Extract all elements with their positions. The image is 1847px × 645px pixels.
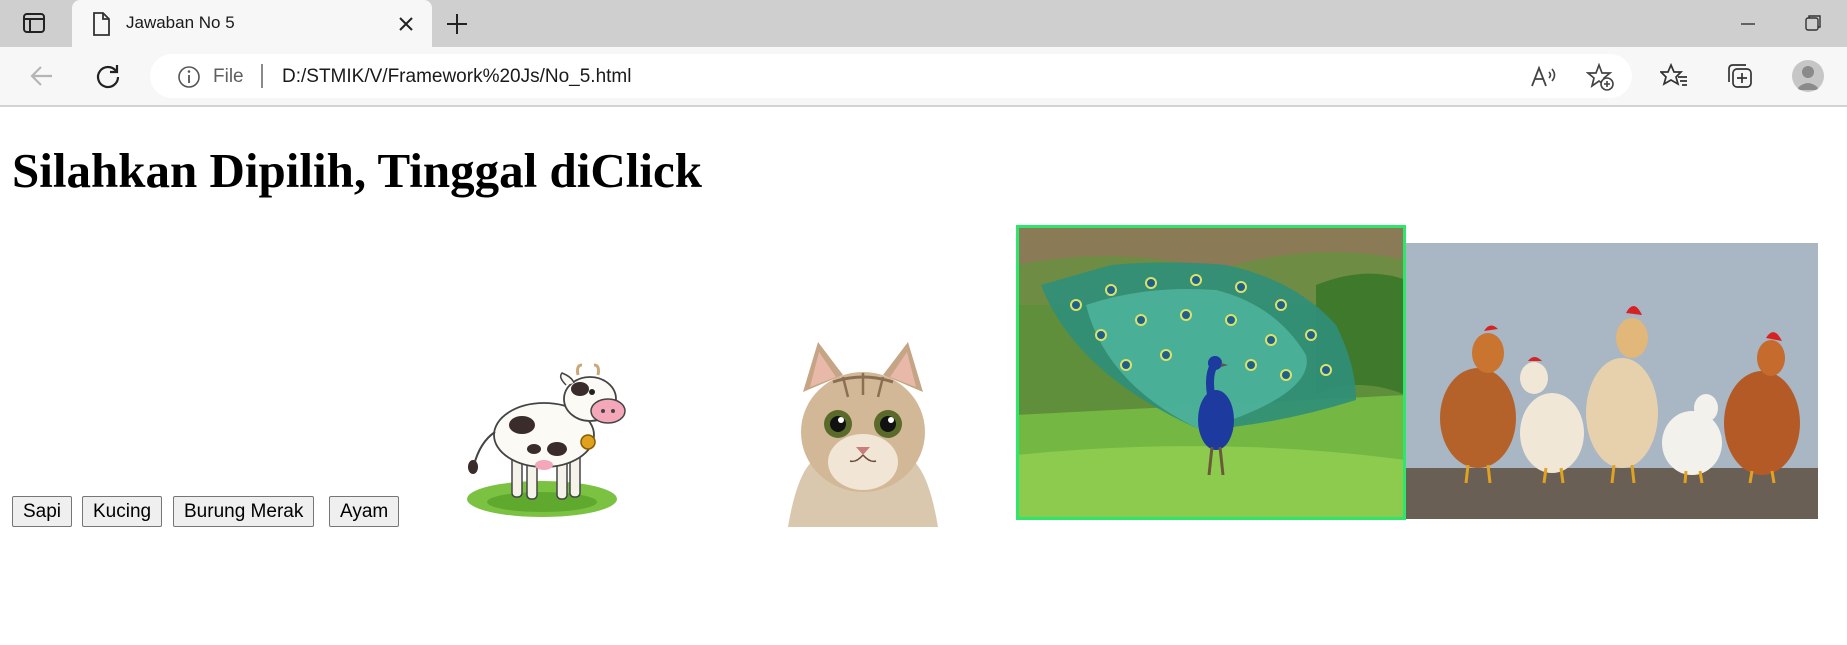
chickens-image[interactable] — [1406, 243, 1818, 519]
favorites-icon[interactable] — [1658, 62, 1688, 90]
restore-icon[interactable] — [1803, 13, 1823, 33]
profile-icon[interactable] — [1792, 60, 1824, 92]
tab-actions-icon[interactable] — [23, 13, 45, 33]
burung-merak-button[interactable]: Burung Merak — [173, 496, 315, 527]
tab-strip: Jawaban No 5 — [0, 0, 1847, 47]
page-title: Silahkan Dipilih, Tinggal diClick — [12, 143, 702, 198]
sapi-button[interactable]: Sapi — [12, 496, 73, 527]
site-label: File — [213, 66, 244, 87]
refresh-icon[interactable] — [94, 62, 122, 90]
collections-icon[interactable] — [1726, 62, 1754, 90]
cow-image[interactable] — [462, 337, 632, 522]
url-text[interactable]: D:/STMIK/V/Framework%20Js/No_5.html — [282, 66, 631, 88]
address-separator — [261, 64, 263, 88]
ayam-button[interactable]: Ayam — [329, 496, 400, 527]
page-content: Silahkan Dipilih, Tinggal diClick Sapi K… — [0, 107, 1847, 645]
tab-title: Jawaban No 5 — [126, 13, 235, 32]
address-bar[interactable]: File D:/STMIK/V/Framework%20Js/No_5.html — [150, 54, 1632, 98]
page-icon — [90, 12, 112, 36]
back-icon[interactable] — [28, 62, 56, 90]
browser-toolbar: File D:/STMIK/V/Framework%20Js/No_5.html — [0, 47, 1847, 107]
cat-image[interactable] — [788, 337, 938, 527]
read-aloud-icon[interactable] — [1530, 64, 1558, 90]
plus-icon[interactable] — [445, 12, 469, 36]
peacock-image[interactable] — [1016, 225, 1406, 520]
kucing-button[interactable]: Kucing — [82, 496, 163, 527]
browser-tab[interactable]: Jawaban No 5 — [72, 0, 432, 47]
close-icon[interactable] — [396, 14, 416, 34]
minimize-icon[interactable] — [1738, 14, 1758, 34]
add-favorite-icon[interactable] — [1585, 62, 1614, 91]
info-icon[interactable] — [177, 65, 201, 89]
